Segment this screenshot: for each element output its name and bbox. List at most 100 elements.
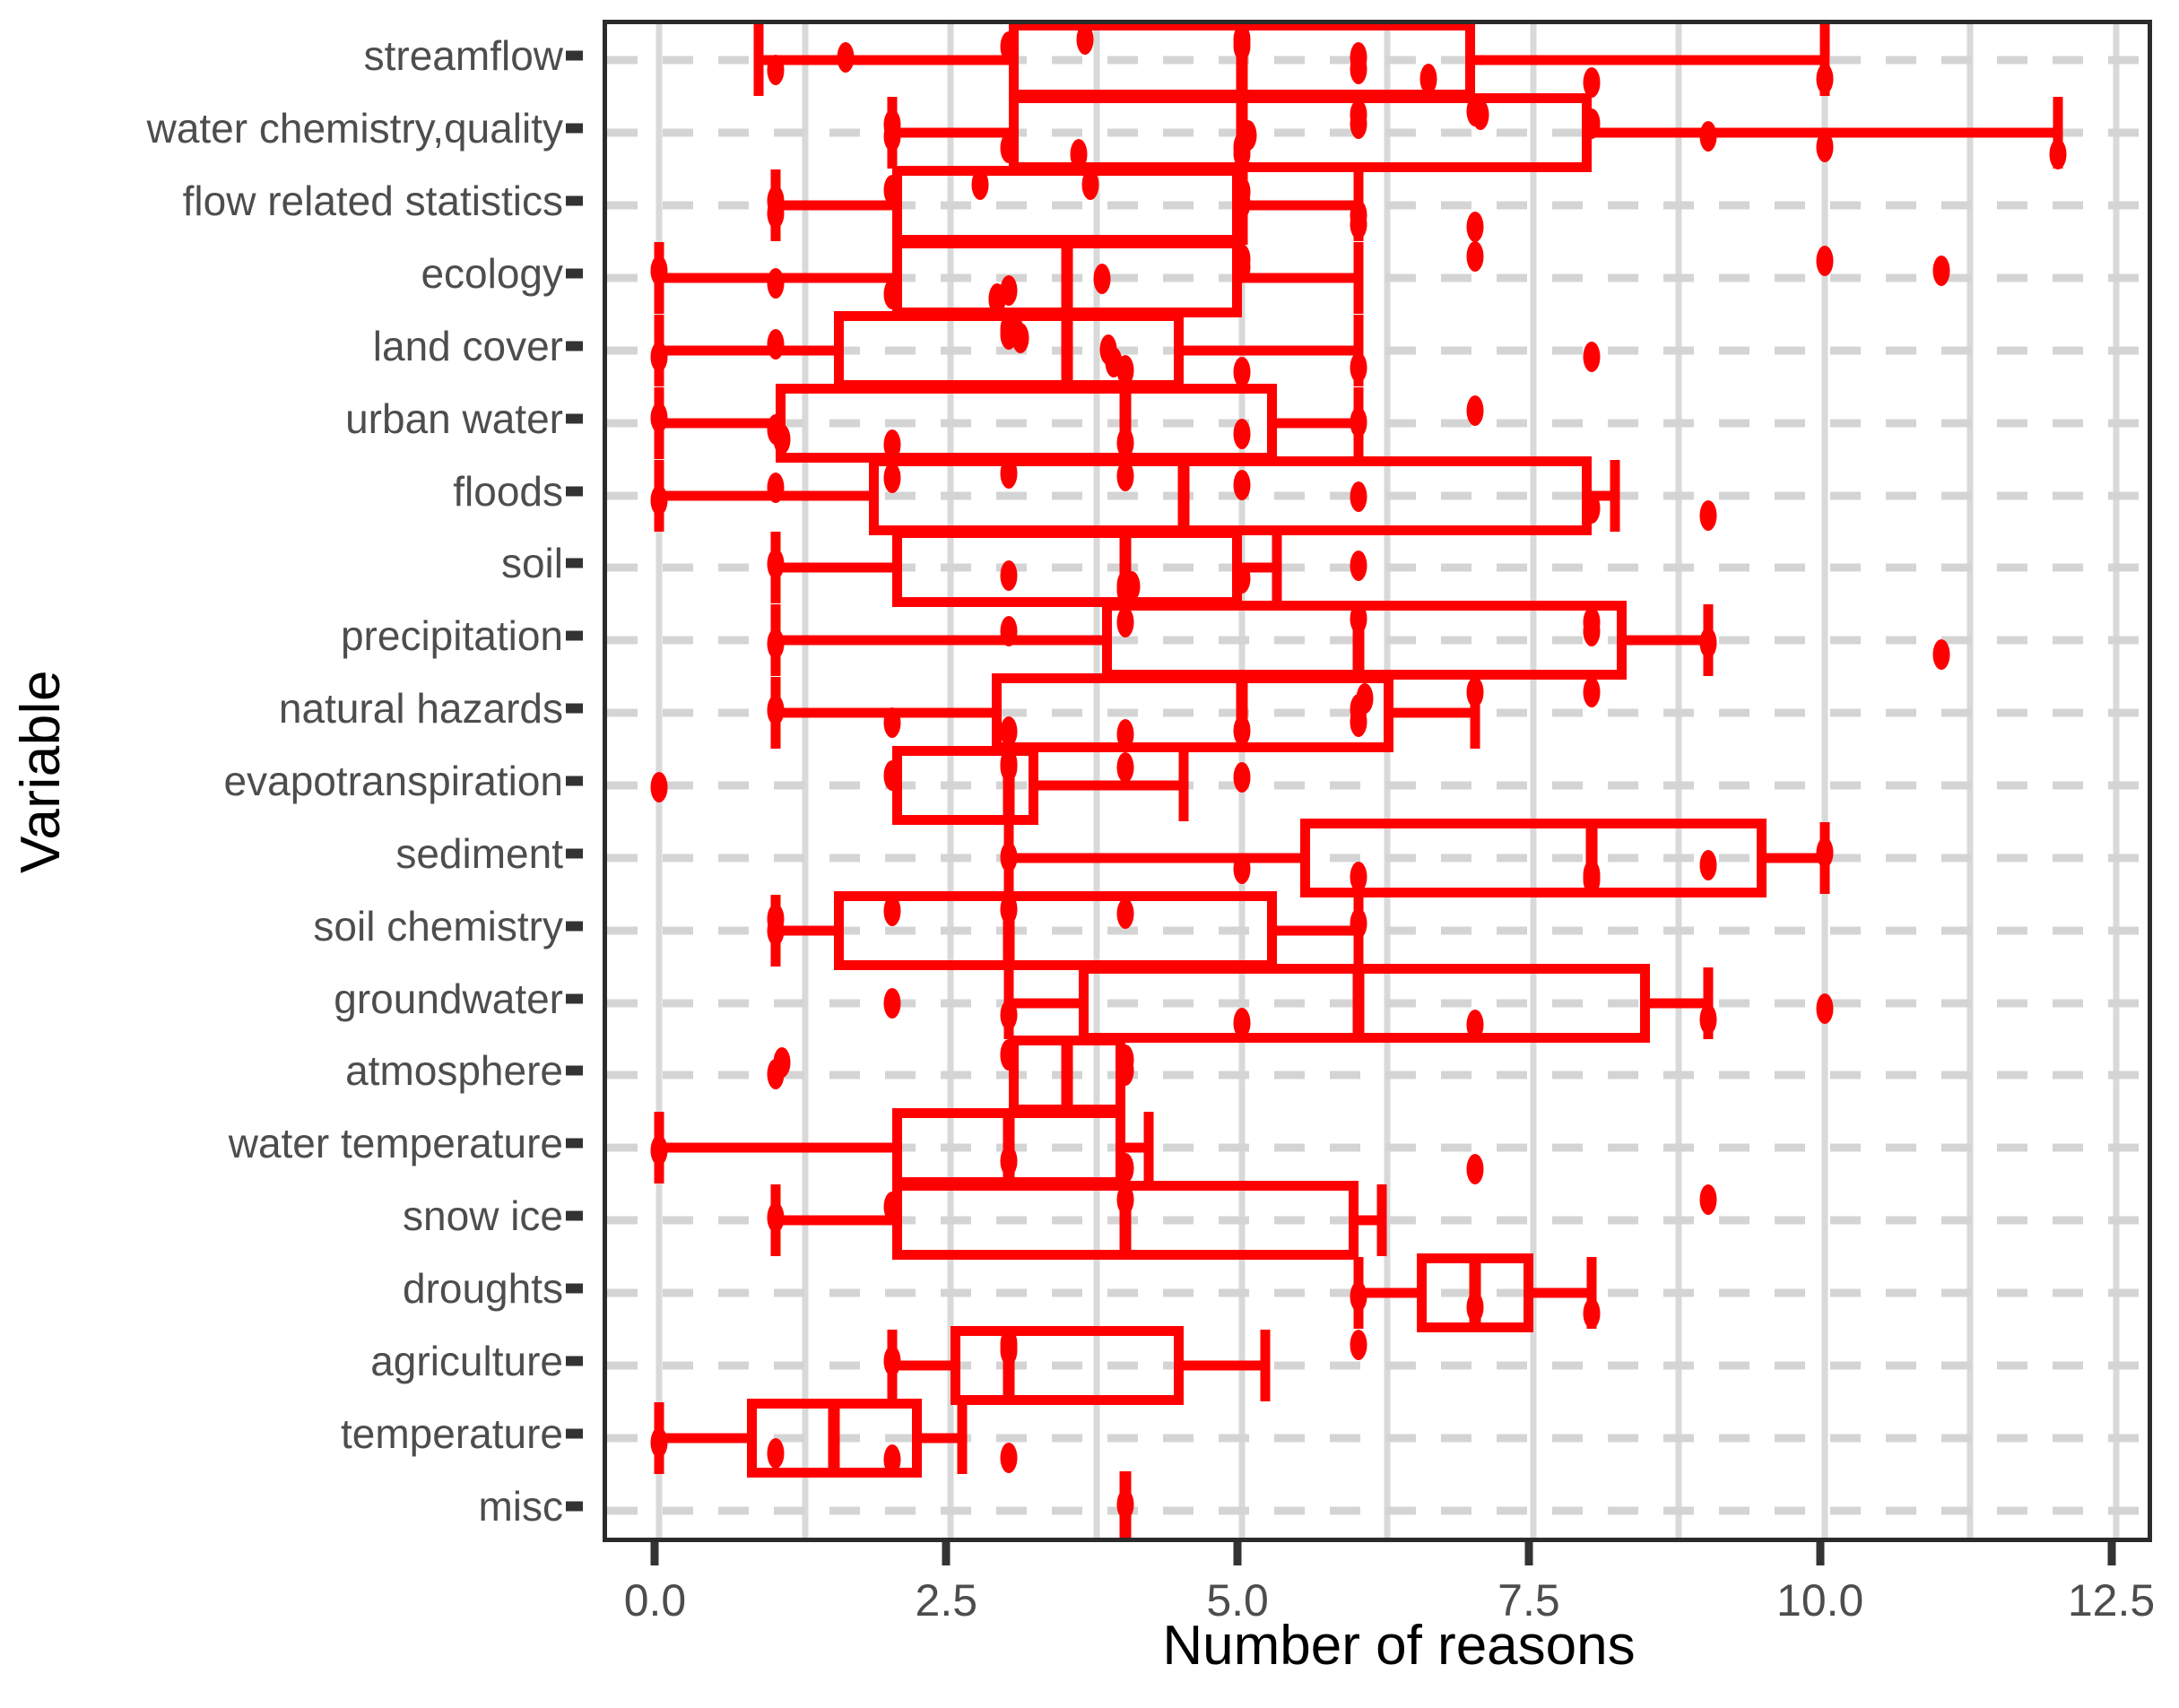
boxplot-data-point (1350, 1329, 1367, 1360)
horizontal-gridline (607, 1506, 2148, 1515)
boxplot-data-point (1583, 1298, 1601, 1330)
boxplot-data-point (1233, 715, 1251, 747)
boxplot-data-point (1000, 275, 1018, 307)
boxplot-median (1061, 1036, 1073, 1115)
y-axis-tick-label: groundwater (334, 975, 563, 1022)
boxplot-whisker-cap-low (753, 24, 764, 97)
boxplot-data-point (1116, 461, 1134, 492)
boxplot-data-point (1000, 1146, 1018, 1177)
y-axis-tick-mark (566, 848, 583, 859)
y-axis-tick-mark (566, 1210, 583, 1221)
boxplot-data-point (883, 759, 901, 791)
boxplot-data-point (1000, 132, 1018, 163)
boxplot-data-point (767, 1201, 785, 1233)
x-axis-tick-mark (2107, 1542, 2116, 1565)
y-axis-tick-mark (566, 630, 583, 641)
boxplot-whisker-low (1009, 998, 1080, 1009)
boxplot-data-point (650, 484, 668, 516)
boxplot-data-point (883, 278, 901, 309)
boxplot-data-point (1011, 323, 1029, 354)
boxplot-data-point (1233, 187, 1251, 219)
boxplot-whisker-cap-high (1610, 459, 1620, 532)
boxplot-whisker-low (659, 345, 835, 356)
y-axis-tick-mark (566, 558, 583, 568)
boxplot-box (951, 1325, 1185, 1405)
y-axis-tick-mark (566, 703, 583, 714)
boxplot-data-point (883, 1444, 901, 1475)
boxplot-data-point (1350, 407, 1367, 438)
plot-panel (603, 20, 2152, 1542)
boxplot-data-point (1583, 492, 1601, 524)
boxplot-data-point (1116, 752, 1134, 784)
boxplot-whisker-low (659, 490, 870, 501)
x-axis-tick-mark (650, 1542, 659, 1565)
boxplot-whisker-cap-high (1376, 1184, 1387, 1257)
boxplot-data-point (1233, 853, 1251, 884)
boxplot-median (1061, 238, 1073, 317)
boxplot-data-point (1466, 1153, 1484, 1184)
boxplot-data-point (1466, 212, 1484, 243)
boxplot-data-point (1116, 1489, 1134, 1521)
boxplot-data-point (1233, 1007, 1251, 1038)
boxplot-data-point (767, 548, 785, 579)
boxplot-data-point (1350, 603, 1367, 635)
boxplot-data-point (1116, 1054, 1134, 1086)
boxplot-data-point (767, 695, 785, 726)
boxplot-box (892, 528, 1243, 608)
boxplot-data-point (650, 341, 668, 372)
boxplot-data-point (2049, 138, 2067, 169)
y-axis-tick-label: soil chemistry (313, 902, 563, 949)
boxplot-data-point (1583, 860, 1601, 890)
boxplot-whisker-high (1184, 345, 1359, 356)
y-axis-tick-mark (566, 413, 583, 424)
boxplot-data-point (1116, 1153, 1134, 1184)
boxplot-data-point (1000, 30, 1018, 62)
boxplot-whisker-cap-high (1272, 532, 1282, 604)
boxplot-data-point (1233, 30, 1251, 62)
boxplot-whisker-low (776, 635, 1103, 646)
boxplot-box (776, 383, 1278, 463)
boxplot-whisker-low (659, 418, 777, 429)
y-axis-tick-mark (566, 1283, 583, 1294)
y-axis-tick-mark (566, 776, 583, 786)
boxplot-median (1061, 310, 1073, 390)
boxplot-data-point (1116, 607, 1134, 638)
y-axis-tick-label: floods (453, 467, 563, 515)
boxplot-data-point (1350, 99, 1367, 130)
y-axis-tick-mark (566, 993, 583, 1004)
boxplot-data-point (1233, 762, 1251, 793)
boxplot-data-point (1583, 342, 1601, 373)
boxplot-median (1352, 963, 1365, 1043)
boxplot-data-point (1116, 1183, 1134, 1215)
horizontal-gridline (607, 1071, 2148, 1079)
x-axis-title: Number of reasons (1162, 1615, 1636, 1677)
boxplot-data-point (1233, 419, 1251, 450)
boxplot-whisker-low (776, 1215, 893, 1226)
boxplot-data-point (767, 473, 785, 504)
boxplot-data-point (1000, 893, 1018, 924)
boxplot-data-point (1000, 616, 1018, 647)
y-axis-tick-mark (566, 921, 583, 932)
boxplot-whisker-low (776, 562, 893, 573)
boxplot-data-point (1076, 24, 1094, 56)
boxplot-data-point (1000, 748, 1018, 779)
boxplot-whisker-cap-high (1143, 1112, 1154, 1184)
y-axis-tick-mark (566, 1428, 583, 1439)
boxplot-median (828, 1398, 840, 1478)
boxplot-data-point (1699, 120, 1717, 152)
boxplot-whisker-high (1037, 780, 1185, 791)
horizontal-gridline (607, 781, 2148, 790)
boxplot-data-point (1116, 354, 1134, 386)
y-axis-tick-label: misc (478, 1482, 563, 1530)
boxplot-data-point (650, 1427, 668, 1459)
y-axis-tick-label: urban water (345, 394, 563, 442)
y-axis-tick-mark (566, 1065, 583, 1076)
boxplot-data-point (1000, 1329, 1018, 1360)
boxplot-data-point (1356, 683, 1373, 715)
boxplot-box (1300, 818, 1767, 897)
boxplot-data-point (1350, 908, 1367, 940)
y-axis-tick-label: ecology (421, 250, 563, 297)
boxplot-median (1177, 455, 1190, 535)
boxplot-data-point (1350, 1281, 1367, 1313)
boxplot-data-point (1932, 255, 1950, 286)
